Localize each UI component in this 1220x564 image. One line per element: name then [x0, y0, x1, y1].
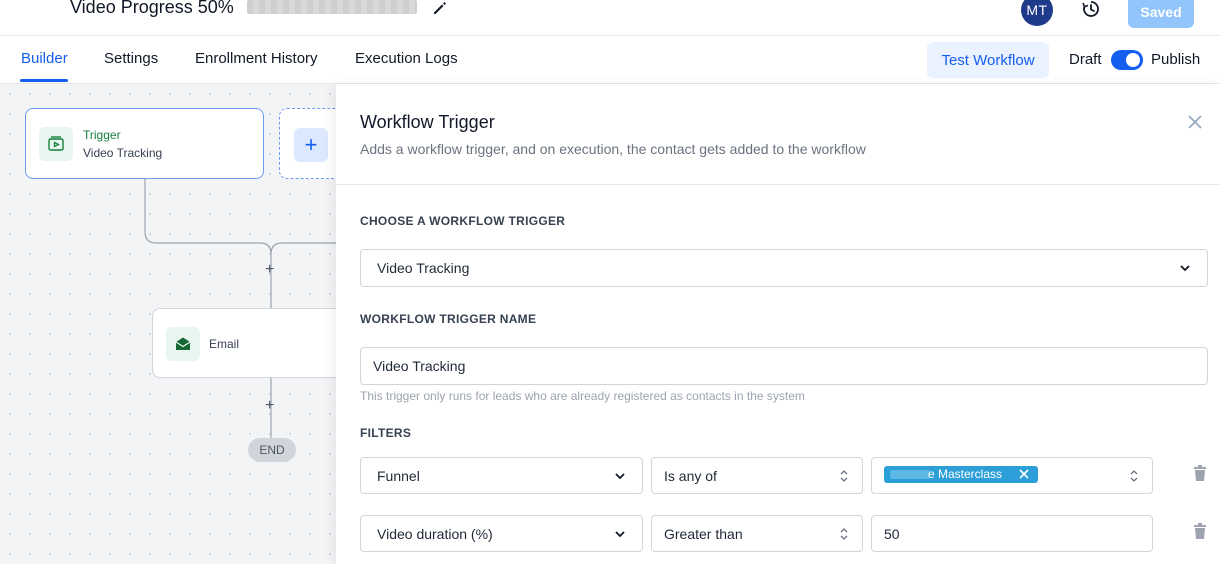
filter-field-select[interactable]: Video duration (%): [360, 515, 643, 552]
tab-execution-logs[interactable]: Execution Logs: [355, 50, 458, 67]
active-tab-indicator: [20, 79, 68, 82]
chevron-down-icon: [615, 473, 625, 480]
add-step-plus-icon[interactable]: +: [265, 397, 274, 415]
trigger-name-input[interactable]: Video Tracking: [360, 347, 1208, 385]
filter-operator-select[interactable]: Is any of: [651, 457, 863, 494]
trash-icon[interactable]: [1192, 522, 1208, 540]
trigger-select-value: Video Tracking: [377, 260, 470, 276]
video-icon: [39, 127, 73, 161]
tab-builder[interactable]: Builder: [21, 50, 68, 67]
updown-icon: [840, 528, 848, 540]
tab-enrollment-history[interactable]: Enrollment History: [195, 50, 318, 67]
history-icon[interactable]: [1082, 0, 1100, 18]
chip-redacted-part: [890, 470, 930, 479]
chevron-down-icon: [615, 531, 625, 538]
end-node: END: [248, 438, 296, 462]
panel-description: Adds a workflow trigger, and on executio…: [360, 141, 866, 157]
filter-operator-select[interactable]: Greater than: [651, 515, 863, 552]
top-bar: Video Progress 50% MT Saved: [0, 0, 1220, 36]
filters-label: FILTERS: [360, 426, 412, 440]
trigger-node[interactable]: Trigger Video Tracking: [25, 108, 264, 179]
mail-icon: [166, 327, 200, 361]
filter-value-multiselect[interactable]: e Masterclass: [871, 457, 1153, 494]
add-trigger-node[interactable]: +: [279, 108, 336, 179]
filter-value: 50: [884, 526, 900, 542]
workflow-title[interactable]: Video Progress 50%: [70, 0, 234, 18]
close-icon[interactable]: [1187, 114, 1203, 130]
trigger-panel: Workflow Trigger Adds a workflow trigger…: [336, 84, 1220, 564]
updown-icon: [1130, 470, 1138, 482]
trigger-node-title: Trigger: [83, 128, 121, 142]
trigger-node-subtitle: Video Tracking: [83, 146, 163, 160]
trigger-name-value: Video Tracking: [373, 358, 466, 374]
filter-operator-value: Greater than: [664, 526, 743, 542]
saved-button[interactable]: Saved: [1128, 0, 1194, 28]
chevron-down-icon: [1180, 265, 1190, 272]
chip-close-icon[interactable]: [1018, 468, 1030, 480]
trash-icon[interactable]: [1192, 464, 1208, 482]
trigger-hint: This trigger only runs for leads who are…: [360, 389, 805, 403]
edit-icon[interactable]: [432, 0, 448, 16]
workflow-canvas[interactable]: Trigger Video Tracking + + Email + END: [0, 84, 336, 564]
filter-value-input[interactable]: 50: [871, 515, 1153, 552]
choose-trigger-label: CHOOSE A WORKFLOW TRIGGER: [360, 214, 566, 228]
publish-label: Publish: [1151, 51, 1201, 68]
tab-bar: Builder Settings Enrollment History Exec…: [0, 36, 1220, 84]
filter-field-select[interactable]: Funnel: [360, 457, 643, 494]
toggle-knob: [1126, 53, 1140, 67]
panel-title: Workflow Trigger: [360, 112, 495, 132]
filter-field-value: Video duration (%): [377, 526, 493, 542]
email-node[interactable]: Email: [152, 308, 336, 378]
publish-toggle[interactable]: [1111, 50, 1143, 70]
plus-icon[interactable]: +: [294, 128, 328, 162]
panel-header: Workflow Trigger Adds a workflow trigger…: [336, 84, 1220, 185]
add-step-plus-icon[interactable]: +: [265, 261, 274, 279]
tab-settings[interactable]: Settings: [104, 50, 158, 67]
trigger-select[interactable]: Video Tracking: [360, 249, 1208, 287]
avatar[interactable]: MT: [1021, 0, 1053, 26]
title-redacted-part: [247, 0, 417, 14]
updown-icon: [840, 470, 848, 482]
test-workflow-button[interactable]: Test Workflow: [927, 42, 1049, 78]
filter-field-value: Funnel: [377, 468, 420, 484]
email-node-label: Email: [209, 337, 240, 351]
funnel-chip[interactable]: e Masterclass: [884, 466, 1038, 483]
draft-label: Draft: [1069, 51, 1102, 68]
filter-operator-value: Is any of: [664, 468, 717, 484]
trigger-name-label: WORKFLOW TRIGGER NAME: [360, 312, 537, 326]
funnel-chip-label: e Masterclass: [928, 467, 1003, 481]
